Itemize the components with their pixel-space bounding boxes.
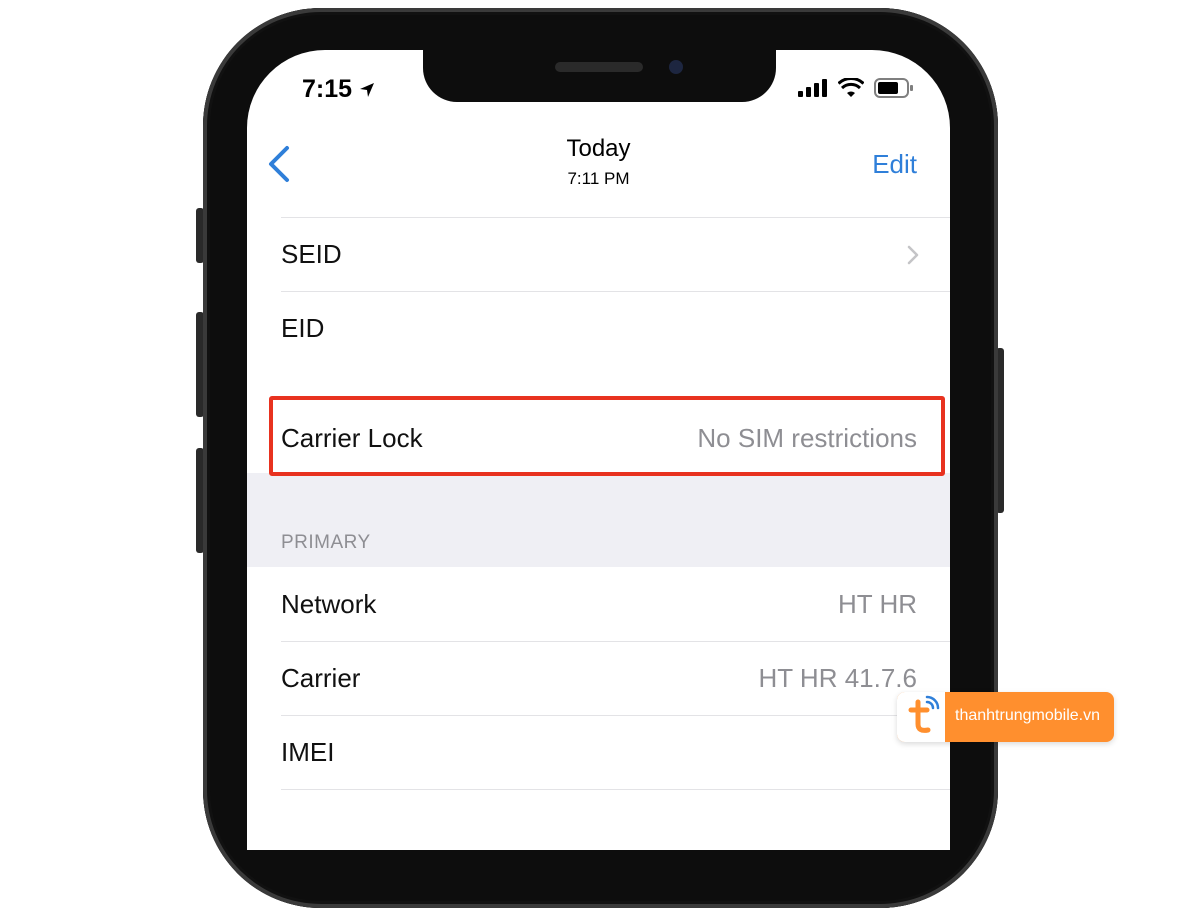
nav-title: Today [566, 135, 631, 162]
carrier-row: Carrier HT HR 41.7.6 [247, 642, 950, 716]
notch [423, 50, 776, 102]
imei-row: IMEI [247, 716, 950, 790]
status-icons [798, 78, 914, 98]
status-time: 7:15 [302, 75, 376, 104]
row-label: SEID [281, 239, 342, 269]
primary-section-header: PRIMARY [281, 532, 371, 553]
brand-logo [897, 692, 945, 742]
row-label: IMEI [281, 737, 335, 767]
row-value: HT HR 41.7.6 [758, 663, 917, 693]
brand-t-logo-icon [908, 695, 940, 733]
row-label: EID [281, 313, 325, 343]
chevron-right-icon [907, 245, 919, 265]
status-time-text: 7:15 [302, 75, 353, 103]
network-row: Network HT HR [247, 568, 950, 642]
row-label: Network [281, 589, 377, 619]
carrier-lock-highlight [269, 396, 945, 476]
seid-row[interactable]: SEID [247, 218, 950, 292]
row-separator [281, 789, 950, 790]
watermark-badge: thanhtrungmobile.vn [897, 692, 1114, 742]
navigation-bar: Today 7:11 PM Edit [247, 124, 950, 220]
nav-subtitle: 7:11 PM [567, 169, 630, 188]
speaker-grille [555, 62, 643, 72]
cellular-signal-icon [798, 79, 827, 97]
battery-icon [874, 78, 913, 98]
edit-button[interactable]: Edit [872, 149, 917, 180]
wifi-icon [838, 78, 864, 97]
eid-row: EID [247, 292, 950, 402]
watermark-text: thanhtrungmobile.vn [955, 707, 1100, 724]
location-arrow-icon [360, 82, 375, 97]
row-label: Carrier [281, 663, 361, 693]
front-camera [669, 60, 683, 74]
row-value: HT HR [838, 589, 917, 619]
